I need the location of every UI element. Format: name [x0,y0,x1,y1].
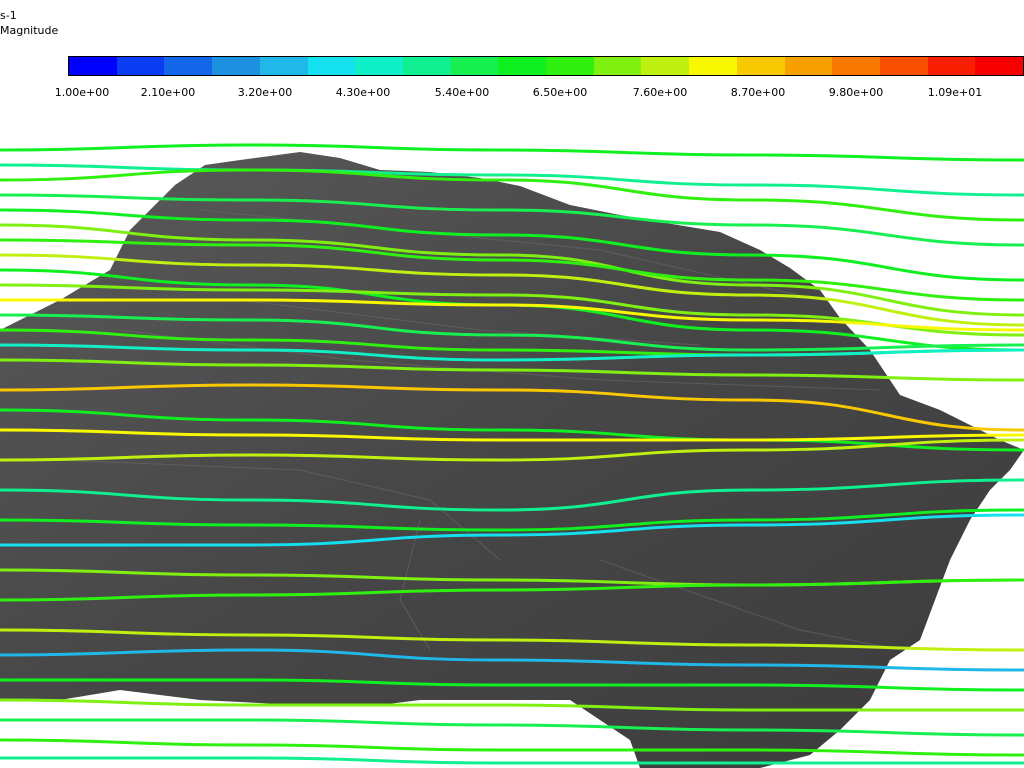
streamline [0,718,1024,737]
streamline [0,738,1024,757]
streamline [0,756,1024,765]
streamline [0,143,1024,162]
streamline [0,698,1024,712]
streamline-viewport[interactable] [0,0,1024,768]
